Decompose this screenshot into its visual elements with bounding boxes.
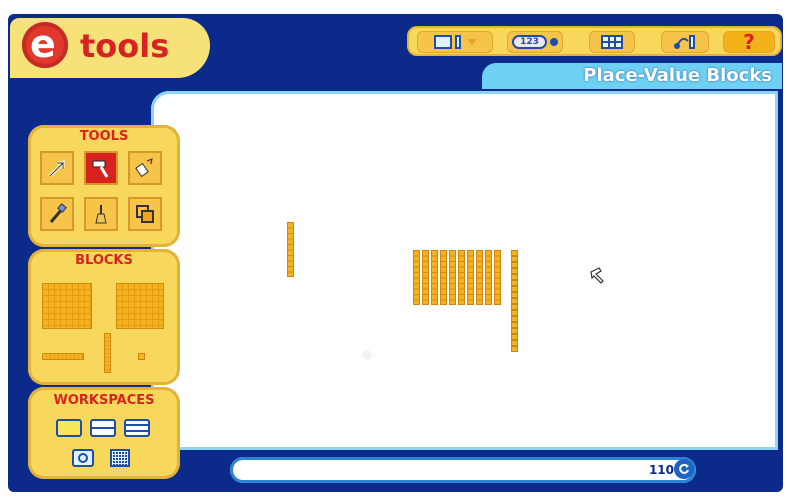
duplicate-icon [136,205,154,223]
grid-workspace-button[interactable] [110,449,130,467]
workspace-panel-icon [454,35,461,49]
workspace-tens-rod[interactable] [467,250,474,305]
etools-app: e tools 123 ? Place-Value Blocks TOOLS B… [0,0,787,498]
tens-rod-horizontal-block[interactable] [42,353,84,360]
single-workspace-button[interactable] [56,419,82,437]
workspace-tens-rod[interactable] [494,250,501,305]
thousands-cube-block[interactable] [42,283,92,329]
workspace-ones-unit[interactable] [511,346,518,352]
hammer-icon [92,160,109,178]
workspace-tens-rod[interactable] [476,250,483,305]
logo-word: tools [80,27,170,65]
help-icon: ? [743,30,755,54]
dropdown-arrow-icon [466,39,477,45]
workspace-layout-icon [433,35,452,49]
page-title: Place-Value Blocks [583,65,772,86]
broom-tool[interactable] [84,197,118,231]
workspace-layout-button[interactable] [417,31,493,53]
cursor-ghost [362,350,372,360]
workspaces-panel: WORKSPACES [28,387,180,479]
grid-button[interactable] [589,31,635,53]
grouping-workspace-button[interactable] [72,449,94,467]
tools-panel: TOOLS [28,125,180,247]
refresh-icon [679,463,689,474]
arrow-icon [48,159,65,178]
hammer-cursor-icon [590,267,604,284]
block-count: 110 [648,463,674,477]
logo-letter: e [30,22,56,66]
value-display-label: 123 [512,35,547,49]
blocks-panel: BLOCKS [28,249,180,385]
workspace-tens-rod[interactable] [413,250,420,305]
value-display-icon [549,38,558,46]
workspace-tens-rod[interactable] [449,250,456,305]
workspaces-panel-title: WORKSPACES [53,393,155,408]
workspace-tens-rod[interactable] [431,250,438,305]
workspace-tens-rod[interactable] [287,222,294,277]
workspace-tens-rod[interactable] [440,250,447,305]
three-row-workspace-button[interactable] [124,419,150,437]
grid-icon [601,35,623,49]
workspace-tens-rod[interactable] [422,250,429,305]
glue-tool[interactable] [128,151,162,185]
workspace-tens-rod[interactable] [485,250,492,305]
duplicate-tool[interactable] [128,197,162,231]
path-button[interactable] [661,31,709,53]
refresh-button[interactable] [674,459,694,479]
ones-unit-block[interactable] [138,353,145,360]
glue-icon [135,158,153,178]
paint-brush-tool[interactable] [40,197,74,231]
paint-brush-icon [49,203,67,223]
value-display-button[interactable]: 123 [507,31,563,53]
workspace-tens-rod[interactable] [458,250,465,305]
top-toolbar: 123 ? [407,26,782,56]
blocks-panel-title: BLOCKS [75,253,133,268]
tens-rod-vertical-block[interactable] [104,333,111,373]
help-button[interactable]: ? [723,31,775,53]
two-row-workspace-button[interactable] [90,419,116,437]
hundreds-flat-block[interactable] [116,283,164,329]
hammer-tool[interactable] [84,151,118,185]
path-icon [674,35,695,49]
arrow-tool[interactable] [40,151,74,185]
broom-icon [95,205,107,224]
tools-panel-title: TOOLS [79,129,129,144]
